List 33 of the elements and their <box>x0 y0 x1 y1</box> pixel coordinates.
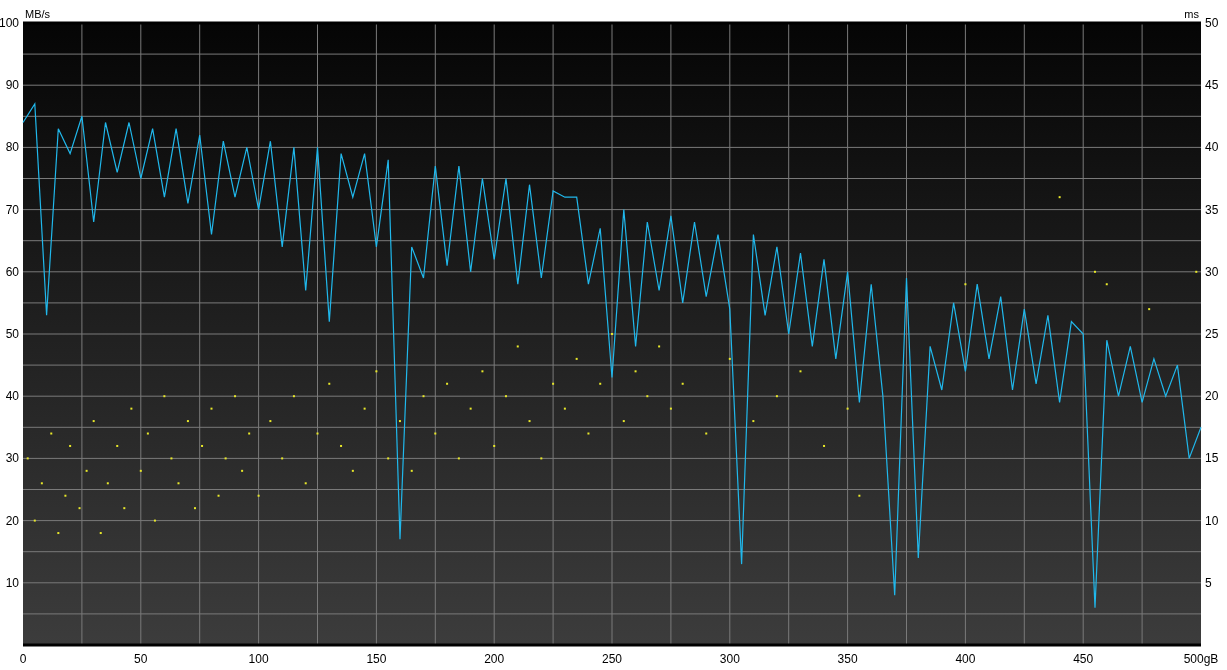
axis-tick-label: 50 <box>1205 16 1219 30</box>
axis-tick-label: 90 <box>5 78 19 93</box>
axis-tick-label: 400 <box>955 652 976 666</box>
axis-unit-label: ms <box>1184 8 1199 20</box>
axis-tick-label: 25 <box>1205 327 1219 341</box>
axis-tick-label: 45 <box>1205 78 1219 93</box>
axis-tick-label: 50 <box>5 327 19 341</box>
axis-tick-label: 0 <box>19 652 27 666</box>
axis-tick-label: 15 <box>1205 451 1219 466</box>
axis-tick-label: 100 <box>248 652 269 666</box>
axis-tick-label: 200 <box>484 652 505 666</box>
axis-tick-label: 10 <box>5 575 19 590</box>
axis-tick-label: 30 <box>5 451 19 466</box>
axis-tick-label: 40 <box>5 389 19 404</box>
axis-unit-label: MB/s <box>25 8 51 20</box>
axis-tick-label: 350 <box>837 652 858 666</box>
axis-tick-label: 70 <box>5 202 19 217</box>
axis-tick-label: 30 <box>1205 264 1219 279</box>
axis-tick-label: 40 <box>1205 140 1219 155</box>
axis-tick-label: 450 <box>1073 652 1094 666</box>
axis-tick-label: 5 <box>1205 575 1212 590</box>
axis-tick-label: 80 <box>5 140 19 155</box>
axis-tick-label: 100 <box>0 16 19 30</box>
axis-tick-label: 20 <box>5 513 19 528</box>
axis-tick-label: 250 <box>602 652 622 666</box>
axis-tick-label: 60 <box>5 264 19 279</box>
axis-tick-label: 50 <box>134 652 148 666</box>
axis-tick-label: 300 <box>719 652 740 666</box>
axis-tick-label: 150 <box>366 652 387 666</box>
axis-tick-label: 20 <box>1205 389 1219 404</box>
axis-tick-label: 35 <box>1205 202 1219 217</box>
axis-tick-label: 10 <box>1205 513 1219 528</box>
axis-tick-label: 500gB <box>1183 652 1219 666</box>
